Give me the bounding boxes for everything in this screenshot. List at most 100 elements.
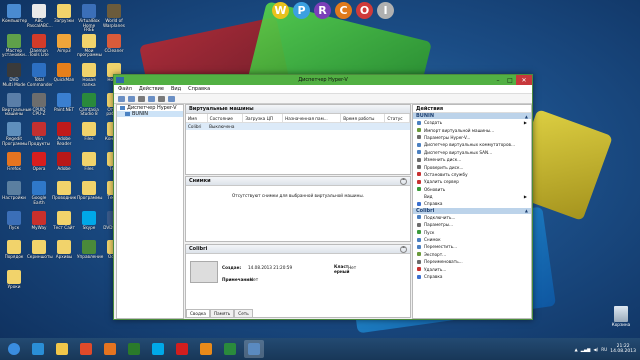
tree-host-bunin[interactable]: BUNIN <box>117 111 183 117</box>
menu-file[interactable]: Файл <box>118 86 132 92</box>
desktop-icon[interactable]: CCleaner <box>102 33 126 54</box>
col-cpu[interactable]: Загрузка ЦП <box>242 114 284 123</box>
dock-icon-w[interactable]: W <box>272 2 289 19</box>
desktop-icon[interactable]: Архивы <box>52 240 76 260</box>
action-item[interactable]: Вид ▶ <box>413 193 531 200</box>
tab-memory[interactable]: Память <box>209 309 235 317</box>
table-row[interactable]: Colibri Выключена <box>186 122 410 130</box>
col-name[interactable]: Имя <box>186 114 208 123</box>
desktop-icon[interactable]: Тест Сайт <box>52 210 76 231</box>
menu-view[interactable]: Вид <box>171 86 181 92</box>
desktop-icon[interactable]: MyWay <box>27 210 51 231</box>
taskbar-app-yandex[interactable] <box>172 340 192 358</box>
action-item[interactable]: Параметры Hyper-V... <box>413 134 531 141</box>
desktop-icon[interactable]: Adobe Reader <box>52 122 76 146</box>
col-uptime[interactable]: Время работы <box>340 114 386 123</box>
taskbar-app-explorer[interactable] <box>52 340 72 358</box>
desktop-icon[interactable]: Проводник <box>52 181 76 201</box>
desktop-icon[interactable]: QuickMan <box>52 63 76 83</box>
action-item[interactable]: Импорт виртуальной машины... <box>413 126 531 133</box>
show-tree-icon[interactable] <box>148 95 155 102</box>
desktop-icon[interactable]: Adobe <box>52 151 76 172</box>
action-item[interactable]: Справка <box>413 273 531 280</box>
clock[interactable]: 21:22 14.08.2013 <box>610 344 636 354</box>
network-icon[interactable]: ▂▄▆ <box>581 347 591 352</box>
desktop-icon[interactable]: World of Warplanes <box>102 4 126 28</box>
desktop-icon[interactable]: Daemon Tools Lite <box>27 33 51 58</box>
start-button[interactable] <box>4 340 24 358</box>
action-item[interactable]: Снимок <box>413 236 531 243</box>
taskbar-app-chrome[interactable] <box>76 340 96 358</box>
taskbar-app-firefox[interactable] <box>100 340 120 358</box>
action-item[interactable]: Удалить сервер <box>413 178 531 185</box>
dock-icon-o[interactable]: O <box>356 2 373 19</box>
desktop-icon[interactable]: Files <box>77 151 101 172</box>
action-item[interactable]: Переименовать... <box>413 258 531 265</box>
desktop-icon[interactable]: Управление <box>77 240 103 260</box>
menu-action[interactable]: Действие <box>139 86 164 92</box>
taskbar-app-ie[interactable] <box>28 340 48 358</box>
desktop-icon[interactable]: Camtasia Studio 8 <box>77 92 101 117</box>
dock-icon-c[interactable]: C <box>335 2 352 19</box>
action-item[interactable]: Проверить диск... <box>413 163 531 170</box>
console-icon[interactable] <box>168 95 175 102</box>
desktop-icon[interactable]: ABC PascalABC... <box>27 4 53 28</box>
action-item[interactable]: Экспорт... <box>413 251 531 258</box>
volume-icon[interactable]: ◀) <box>593 347 598 352</box>
desktop-icon[interactable]: VirtualBox Home FREE <box>77 4 101 33</box>
dock-icon-i[interactable]: I <box>377 2 394 19</box>
desktop-icon[interactable]: Новая папка <box>77 63 101 87</box>
desktop-icon[interactable]: Настройки <box>2 181 26 201</box>
action-item[interactable]: Остановить службу <box>413 171 531 178</box>
tab-summary[interactable]: Сводка <box>186 309 210 317</box>
collapse-icon[interactable]: ^ <box>400 246 407 253</box>
taskbar-app-wmp[interactable] <box>196 340 216 358</box>
desktop-icon[interactable]: Порядок <box>2 240 26 260</box>
desktop-icon[interactable]: Aimp3 <box>52 33 76 54</box>
action-item[interactable]: Справка <box>413 200 531 207</box>
desktop-icon[interactable]: Opera <box>27 151 51 172</box>
tray-arrow-icon[interactable]: ▲ <box>574 347 577 352</box>
action-item[interactable]: Параметры... <box>413 221 531 228</box>
taskbar-app-skype[interactable] <box>148 340 168 358</box>
desktop-icon[interactable]: Скриншоты <box>27 240 53 260</box>
desktop-icon[interactable]: Компьютер <box>2 4 27 24</box>
tab-network[interactable]: Сеть <box>234 309 253 317</box>
col-status[interactable]: Статус <box>384 114 410 123</box>
action-item[interactable]: Пуск <box>413 228 531 235</box>
desktop-icon[interactable]: DVD Multi Mode <box>2 63 26 87</box>
desktop-icon[interactable]: Skype <box>77 210 101 231</box>
desktop-icon[interactable]: Уроки <box>2 269 26 290</box>
tree-root[interactable]: Диспетчер Hyper-V <box>117 105 183 111</box>
action-item[interactable]: Удалить... <box>413 265 531 272</box>
action-item[interactable]: Изменить диск... <box>413 156 531 163</box>
desktop-icon[interactable]: Программы <box>77 181 102 201</box>
desktop-icon[interactable]: Google Earth <box>27 181 51 205</box>
desktop-icon[interactable]: Paint.NET <box>52 92 76 113</box>
desktop-icon[interactable]: Regedit Программы <box>2 122 27 146</box>
action-item[interactable]: Создать ▶ <box>413 119 531 126</box>
action-item[interactable]: Подключить... <box>413 214 531 221</box>
menu-help[interactable]: Справка <box>188 86 210 92</box>
desktop-icon[interactable]: Firefox <box>2 151 26 172</box>
action-item[interactable]: Диспетчер виртуальных SAN... <box>413 149 531 156</box>
up-icon[interactable] <box>138 95 145 102</box>
taskbar-app-media[interactable] <box>124 340 144 358</box>
dock-icon-r[interactable]: R <box>314 2 331 19</box>
desktop-icon[interactable]: Files <box>77 122 101 142</box>
col-state[interactable]: Состояние <box>207 114 244 123</box>
desktop-icon[interactable]: Загрузки <box>52 4 76 24</box>
col-memory[interactable]: Назначенная пам... <box>282 114 342 123</box>
back-icon[interactable] <box>118 95 125 102</box>
title-bar[interactable]: Диспетчер Hyper-V – □ ✕ <box>114 75 532 85</box>
desktop-icon[interactable]: Total Commander <box>27 63 53 87</box>
desktop-icon[interactable]: CPUID CPU-Z <box>27 92 51 117</box>
taskbar-app-camtasia[interactable] <box>220 340 240 358</box>
dock-icon-p[interactable]: P <box>293 2 310 19</box>
desktop-icon[interactable]: Виртуальные машины <box>2 92 32 117</box>
desktop-icon[interactable]: Мои программы <box>77 33 102 58</box>
action-item[interactable]: Диспетчер виртуальных коммутаторов... <box>413 141 531 148</box>
taskbar-app-hyperv[interactable] <box>244 340 264 358</box>
language-indicator[interactable]: RU <box>601 347 607 352</box>
desktop-icon[interactable]: Пуск <box>2 210 26 231</box>
